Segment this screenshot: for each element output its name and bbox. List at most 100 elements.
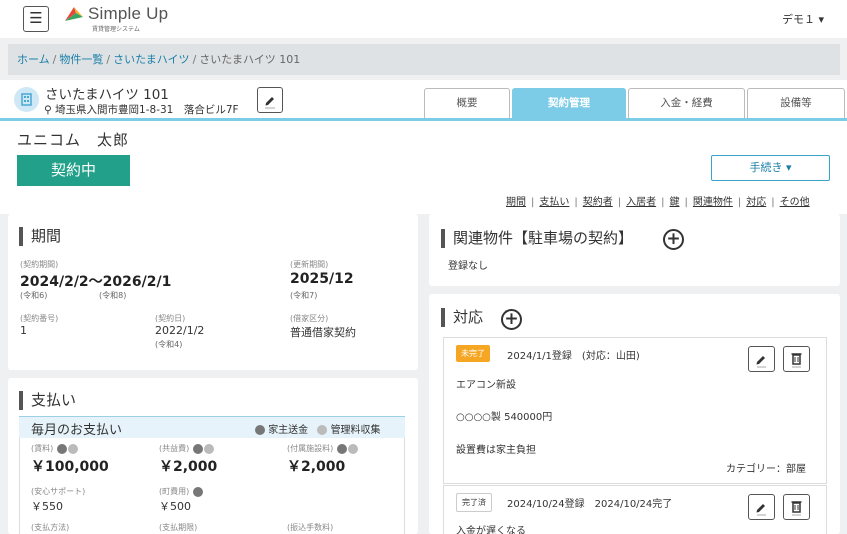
property-address: ⚲ 埼玉県入間市豊岡1-8-31 落合ビル7F — [44, 102, 239, 117]
end-era: (令和8) — [99, 291, 127, 300]
fee-collect-icon — [203, 443, 214, 454]
town-fee-label: (町費用) — [159, 486, 203, 497]
related-empty: 登録なし — [448, 261, 488, 272]
fee-collect-icon — [67, 443, 78, 454]
link-response[interactable]: 対応 — [746, 197, 766, 208]
logo-subtitle: 賃貸管理システム — [92, 26, 140, 33]
fee-collect-icon — [347, 443, 358, 454]
breadcrumb-home[interactable]: ホーム — [17, 53, 50, 66]
response-line: エアコン新設 — [456, 380, 516, 391]
tenant-name: ユニコム 太郎 — [17, 131, 130, 149]
owner-remit-icon — [255, 425, 265, 435]
breadcrumb-sep: / — [192, 53, 197, 66]
contract-date: 2022/1/2 — [155, 324, 205, 337]
related-title: 関連物件【駐車場の契約】 — [441, 229, 633, 248]
period-title: 期間 — [19, 227, 61, 246]
pencil-icon — [756, 356, 766, 368]
owner-remit-icon — [336, 443, 347, 454]
trash-icon — [791, 353, 802, 368]
link-related[interactable]: 関連物件 — [693, 197, 733, 208]
procedure-button[interactable]: 手続き ▾ — [711, 155, 830, 181]
contract-number: 1 — [20, 324, 27, 337]
edit-response-button[interactable] — [748, 346, 775, 372]
response-category: カテゴリー：部屋 — [726, 464, 806, 475]
building-icon — [14, 87, 39, 112]
response-date: 2024/1/1登録 (対応：山田) — [507, 351, 640, 362]
property-address-text: 埼玉県入間市豊岡1-8-31 落合ビル7F — [55, 104, 239, 116]
link-payment[interactable]: 支払い — [539, 197, 569, 208]
lease-type-label: (借家区分) — [290, 314, 329, 323]
delete-response-button[interactable] — [783, 494, 810, 520]
menu-icon[interactable]: ☰ — [23, 6, 49, 32]
breadcrumb-sep: / — [52, 53, 57, 66]
rent-label-text: (賃料) — [31, 444, 54, 453]
rent-label: (賃料) — [31, 443, 78, 454]
link-other[interactable]: その他 — [780, 197, 810, 208]
delete-response-button[interactable] — [783, 346, 810, 372]
facility-fee-value: ￥2,000 — [287, 459, 346, 475]
pencil-icon — [756, 504, 766, 516]
facility-fee-label: (付属施設料) — [287, 443, 358, 454]
edit-property-button[interactable] — [257, 87, 283, 113]
town-fee-label-text: (町費用) — [159, 487, 190, 496]
lease-type: 普通借家契約 — [290, 326, 356, 339]
owner-remit-icon — [192, 486, 203, 497]
breadcrumb: ホーム / 物件一覧 / さいたまハイツ / さいたまハイツ 101 — [8, 44, 840, 75]
breadcrumb-building[interactable]: さいたまハイツ — [113, 53, 189, 66]
response-line: 設置費は家主負担 — [456, 445, 536, 456]
town-fee-value: ￥500 — [159, 500, 191, 513]
tab-payments[interactable]: 入金・経費 — [628, 88, 745, 118]
response-line: 入金が遅くなる — [456, 526, 526, 534]
support-value: ￥550 — [31, 500, 63, 513]
link-period[interactable]: 期間 — [506, 197, 526, 208]
payment-due-label: (支払期限) — [159, 523, 198, 532]
tab-overview[interactable]: 概要 — [424, 88, 510, 118]
common-fee-label: (共益費) — [159, 443, 214, 454]
property-name: さいたまハイツ 101 — [45, 87, 169, 103]
contract-date-era: (令和4) — [155, 340, 183, 349]
link-key[interactable]: 鍵 — [670, 197, 680, 208]
link-contractor[interactable]: 契約者 — [583, 197, 613, 208]
transfer-fee-label: (振込手数料) — [287, 523, 334, 532]
tab-contract[interactable]: 契約管理 — [512, 88, 626, 118]
legend-owner: 家主送金 — [268, 425, 309, 436]
rent-value: ￥100,000 — [31, 459, 109, 475]
contract-period: 2024/2/2〜2026/2/1 — [20, 274, 172, 290]
pencil-icon — [265, 97, 275, 109]
owner-remit-icon — [56, 443, 67, 454]
breadcrumb-sep: / — [106, 53, 111, 66]
breadcrumb-current: さいたまハイツ 101 — [199, 53, 301, 66]
add-related-button[interactable]: + — [663, 229, 684, 250]
start-era: (令和6) — [20, 291, 48, 300]
contract-number-label: (契約番号) — [20, 314, 59, 323]
renewal-value: 2025/12 — [290, 271, 354, 287]
facility-fee-label-text: (付属施設料) — [287, 444, 334, 453]
location-pin-icon: ⚲ — [44, 104, 52, 116]
status-badge-complete: 完了済 — [456, 493, 492, 512]
owner-remit-icon — [192, 443, 203, 454]
payment-method-label: (支払方法) — [31, 523, 70, 532]
period-card — [8, 214, 418, 370]
related-card — [429, 214, 840, 286]
status-badge-incomplete: 未完了 — [456, 345, 490, 362]
section-links: 期間 | 支払い | 契約者 | 入居者 | 鍵 | 関連物件 | 対応 | その他 — [506, 197, 810, 208]
monthly-payment-title: 毎月のお支払い — [31, 423, 123, 438]
edit-response-button[interactable] — [748, 494, 775, 520]
payment-title: 支払い — [19, 391, 76, 410]
renewal-label: (更新期間) — [290, 260, 329, 269]
fee-collect-icon — [317, 425, 328, 435]
add-response-button[interactable]: + — [501, 309, 522, 330]
common-fee-value: ￥2,000 — [159, 459, 218, 475]
tab-equipment[interactable]: 設備等 — [747, 88, 845, 118]
link-resident[interactable]: 入居者 — [626, 197, 656, 208]
common-fee-label-text: (共益費) — [159, 444, 190, 453]
legend-fee: 管理料収集 — [330, 425, 381, 436]
response-title: 対応 — [441, 308, 483, 327]
trash-icon — [791, 501, 802, 516]
status-badge: 契約中 — [17, 155, 130, 186]
response-date: 2024/10/24登録 2024/10/24完了 — [507, 499, 673, 510]
breadcrumb-list[interactable]: 物件一覧 — [59, 53, 103, 66]
response-line: ○○○○製 540000円 — [456, 412, 553, 423]
user-menu[interactable]: デモ１ ▾ — [782, 11, 824, 27]
logo-name: Simple Up — [88, 4, 169, 23]
